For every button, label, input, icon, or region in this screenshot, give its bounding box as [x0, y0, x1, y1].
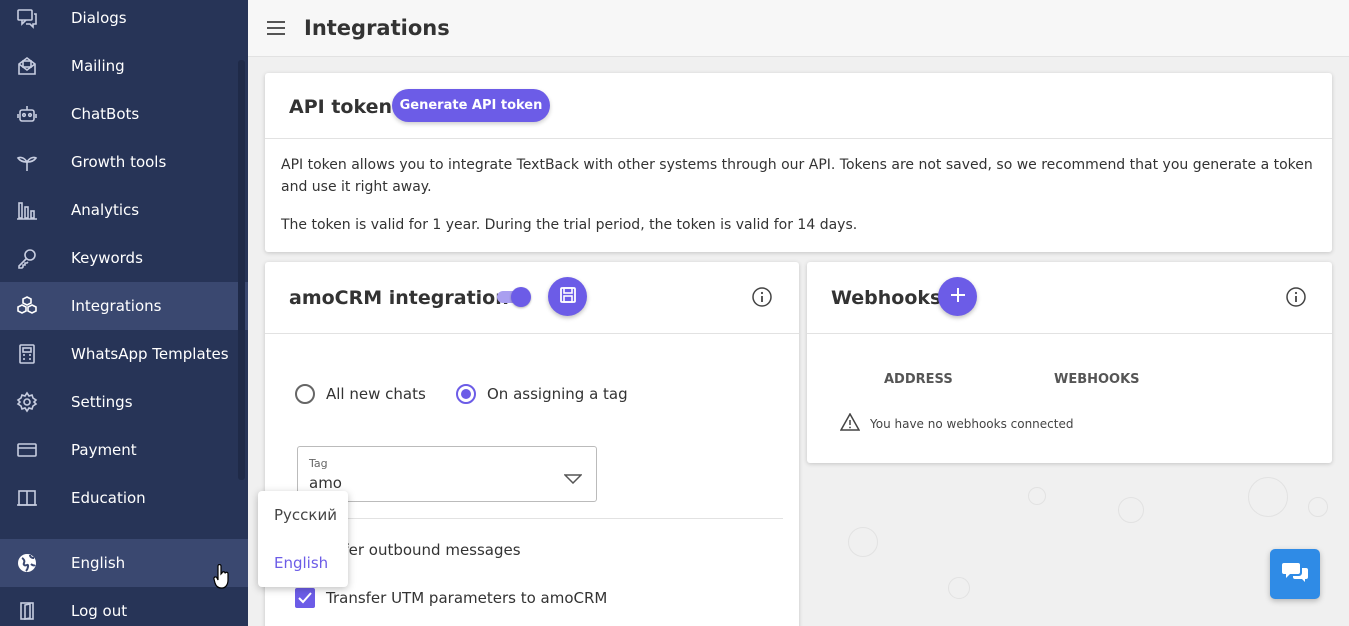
language-option-russian[interactable]: Русский — [274, 506, 337, 524]
sidebar-item-growth-tools[interactable]: Growth tools — [0, 138, 248, 186]
sidebar-item-settings[interactable]: Settings — [0, 378, 248, 426]
sidebar-item-logout[interactable]: Log out — [0, 587, 248, 626]
page-title: Integrations — [304, 16, 450, 40]
checkbox-label: Transfer UTM parameters to amoCRM — [326, 589, 608, 607]
hamburger-icon[interactable] — [267, 21, 285, 35]
amocrm-title: amoCRM integration — [289, 287, 509, 309]
generate-api-token-button[interactable]: Generate API token — [392, 89, 550, 122]
sidebar-item-label: Integrations — [71, 297, 162, 315]
dialogs-icon — [16, 7, 38, 29]
top-bar: Integrations — [248, 0, 1349, 57]
payment-icon — [16, 439, 38, 461]
sidebar-item-chatbots[interactable]: ChatBots — [0, 90, 248, 138]
api-token-description: API token allows you to integrate TextBa… — [281, 157, 1313, 195]
sidebar-item-label: Settings — [71, 393, 133, 411]
divider — [807, 333, 1332, 334]
sidebar-item-label: Dialogs — [71, 9, 127, 27]
background-doodle — [848, 527, 878, 557]
radio-circle — [295, 384, 315, 404]
amocrm-enable-toggle[interactable] — [495, 287, 531, 307]
sidebar-item-education[interactable]: Education — [0, 474, 248, 522]
sidebar-item-whatsapp-templates[interactable]: WhatsApp Templates — [0, 330, 248, 378]
sidebar-item-label: ChatBots — [71, 105, 140, 123]
save-icon — [559, 286, 577, 308]
sidebar-item-mailing[interactable]: Mailing — [0, 42, 248, 90]
keywords-icon — [16, 247, 38, 269]
background-doodle — [1028, 487, 1046, 505]
tag-select-value: amo — [309, 474, 342, 492]
sidebar-item-label: Growth tools — [71, 153, 167, 171]
sidebar-item-language[interactable]: English — [0, 539, 248, 587]
checkbox-label: nsfer outbound messages — [326, 541, 521, 559]
column-header-webhooks: WEBHOOKS — [1054, 372, 1140, 387]
radio-label: On assigning a tag — [487, 385, 628, 403]
checkbox — [295, 588, 315, 608]
sidebar-item-payment[interactable]: Payment — [0, 426, 248, 474]
radio-all-new-chats[interactable]: All new chats — [295, 384, 426, 404]
sidebar-item-label: Payment — [71, 441, 137, 459]
sidebar-item-label: English — [71, 554, 126, 572]
save-button[interactable] — [548, 277, 587, 316]
logout-icon — [16, 600, 38, 622]
mouse-cursor-icon — [213, 563, 231, 594]
api-token-validity: The token is valid for 1 year. During th… — [281, 217, 858, 233]
language-option-english[interactable]: English — [274, 554, 328, 572]
divider — [283, 518, 783, 519]
sidebar-item-label: Log out — [71, 602, 128, 620]
sidebar: Dialogs Mailing ChatBots Growth tools An… — [0, 0, 248, 626]
chat-support-button[interactable] — [1270, 549, 1320, 599]
warning-icon — [839, 412, 870, 434]
api-token-card: API token Generate API token API token a… — [265, 73, 1332, 252]
sidebar-item-label: Keywords — [71, 249, 143, 267]
radio-label: All new chats — [326, 385, 426, 403]
education-icon — [16, 487, 38, 509]
sidebar-item-analytics[interactable]: Analytics — [0, 186, 248, 234]
sidebar-item-keywords[interactable]: Keywords — [0, 234, 248, 282]
settings-icon — [16, 391, 38, 413]
add-webhook-button[interactable] — [938, 277, 977, 316]
chatbots-icon — [16, 103, 38, 125]
mailing-icon — [16, 55, 38, 77]
sidebar-item-label: WhatsApp Templates — [71, 345, 229, 363]
sidebar-item-integrations[interactable]: Integrations — [0, 282, 248, 330]
tag-select-label: Tag — [309, 457, 328, 470]
sidebar-item-label: Mailing — [71, 57, 125, 75]
analytics-icon — [16, 199, 38, 221]
empty-message: You have no webhooks connected — [870, 416, 1074, 431]
webhooks-empty-state: You have no webhooks connected — [839, 412, 1074, 434]
growth-tools-icon — [16, 151, 38, 173]
info-icon[interactable] — [752, 287, 772, 307]
whatsapp-templates-icon — [16, 343, 38, 365]
globe-icon — [16, 552, 38, 574]
plus-icon — [949, 286, 967, 308]
sidebar-item-dialogs[interactable]: Dialogs — [0, 0, 248, 42]
chat-bubbles-icon — [1281, 560, 1309, 588]
webhooks-title: Webhooks — [831, 287, 942, 309]
background-doodle — [1308, 497, 1328, 517]
info-icon[interactable] — [1286, 287, 1306, 307]
radio-circle — [456, 384, 476, 404]
language-menu: Русский English — [258, 491, 348, 587]
column-header-address: ADDRESS — [884, 372, 953, 387]
transfer-utm-checkbox[interactable]: Transfer UTM parameters to amoCRM — [295, 588, 607, 608]
background-doodle — [948, 577, 970, 599]
sidebar-item-label: Analytics — [71, 201, 140, 219]
radio-on-assigning-tag[interactable]: On assigning a tag — [456, 384, 628, 404]
webhooks-card: Webhooks ADDRESS WEBHOOKS You have no we… — [807, 262, 1332, 463]
divider — [265, 333, 799, 334]
background-doodle — [1118, 497, 1144, 523]
background-doodle — [1248, 477, 1288, 517]
integrations-icon — [16, 295, 38, 317]
dropdown-arrow-icon — [563, 469, 583, 488]
api-token-title: API token — [289, 96, 392, 118]
divider — [265, 138, 1332, 139]
sidebar-item-label: Education — [71, 489, 146, 507]
